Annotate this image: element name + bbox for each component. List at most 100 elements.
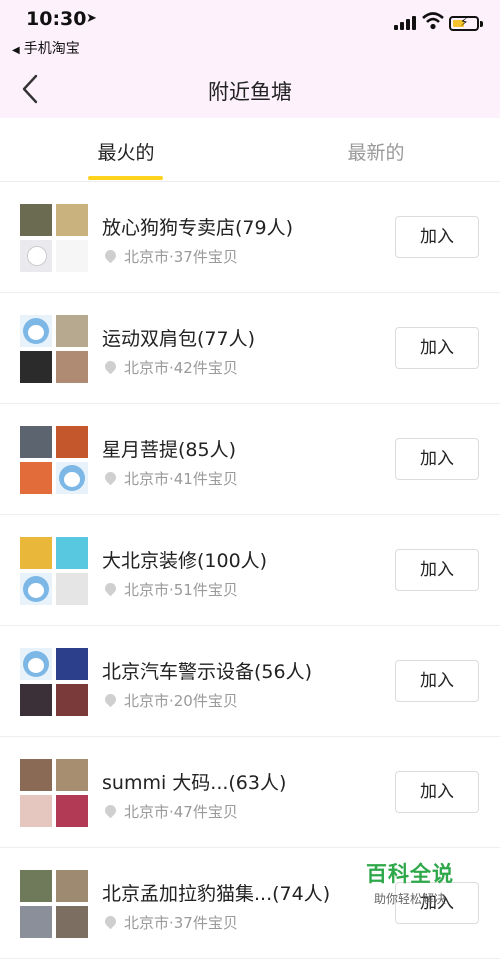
pond-meta: 北京市·51件宝贝 — [102, 579, 238, 600]
pond-thumbnail — [56, 573, 88, 605]
status-bar: 10:30 ➤ ◀ 手机淘宝 ⚡ — [0, 0, 500, 62]
pond-thumbnail-grid — [20, 537, 88, 605]
pond-name: 北京孟加拉豹猫集...(74人) — [102, 883, 331, 905]
location-pin-icon — [102, 247, 119, 264]
pond-row[interactable]: summi 大码...(63人) 北京市·47件宝贝 加入 — [0, 737, 500, 848]
pond-meta: 北京市·37件宝贝 — [102, 246, 238, 267]
back-app-label: 手机淘宝 — [23, 41, 80, 57]
pond-row[interactable]: 北京汽车警示设备(56人) 北京市·20件宝贝 加入 — [0, 626, 500, 737]
pond-thumbnail — [20, 462, 52, 494]
pond-thumbnail — [20, 426, 52, 458]
pond-meta: 北京市·47件宝贝 — [102, 801, 238, 822]
pond-thumbnail — [20, 648, 52, 680]
pond-meta-text: 北京市·37件宝贝 — [124, 248, 238, 266]
pond-thumbnail — [56, 795, 88, 827]
wifi-icon — [422, 12, 444, 30]
pond-thumbnail-grid — [20, 315, 88, 383]
pond-meta-text: 北京市·42件宝贝 — [124, 359, 238, 377]
pond-thumbnail — [20, 906, 52, 938]
pond-thumbnail — [56, 870, 88, 902]
battery-icon: ⚡ — [449, 15, 479, 31]
back-to-app-link[interactable]: ◀ 手机淘宝 — [12, 38, 80, 58]
pond-meta-text: 北京市·20件宝贝 — [124, 692, 238, 710]
pond-thumbnail — [56, 537, 88, 569]
watermark-logo: 百科全说 助你轻松解决 — [356, 858, 464, 908]
penguin-avatar-icon — [23, 651, 49, 677]
charging-bolt-icon: ⚡ — [460, 15, 469, 29]
pond-row[interactable]: 运动双肩包(77人) 北京市·42件宝贝 加入 — [0, 293, 500, 404]
join-button[interactable]: 加入 — [395, 660, 479, 702]
pond-thumbnail-grid — [20, 204, 88, 272]
pond-meta-text: 北京市·37件宝贝 — [124, 914, 238, 932]
pond-row[interactable]: 放心狗狗专卖店(79人) 北京市·37件宝贝 加入 — [0, 182, 500, 293]
location-pin-icon — [102, 469, 119, 486]
pond-thumbnail — [20, 759, 52, 791]
join-button[interactable]: 加入 — [395, 771, 479, 813]
watermark-title: 百科全说 — [366, 862, 454, 886]
pond-name: 运动双肩包(77人) — [102, 328, 256, 350]
watermark-subtitle: 助你轻松解决 — [373, 892, 446, 906]
pond-name: summi 大码...(63人) — [102, 772, 287, 794]
pond-thumbnail — [20, 870, 52, 902]
pond-name: 星月菩提(85人) — [102, 439, 237, 461]
pond-thumbnail-grid — [20, 870, 88, 938]
pond-thumbnail — [20, 573, 52, 605]
pond-meta: 北京市·41件宝贝 — [102, 468, 238, 489]
penguin-avatar-icon — [23, 576, 49, 602]
pond-meta-text: 北京市·47件宝贝 — [124, 803, 238, 821]
tab-newest[interactable]: 最新的 — [296, 138, 456, 165]
pond-meta-text: 北京市·51件宝贝 — [124, 581, 238, 599]
pond-meta: 北京市·20件宝贝 — [102, 690, 238, 711]
pond-thumbnail — [20, 315, 52, 347]
active-tab-indicator — [88, 176, 163, 180]
pond-meta: 北京市·37件宝贝 — [102, 912, 238, 933]
join-button[interactable]: 加入 — [395, 438, 479, 480]
cellular-signal-icon — [394, 14, 420, 30]
pond-thumbnail — [20, 795, 52, 827]
pond-thumbnail — [56, 426, 88, 458]
pond-thumbnail — [20, 204, 52, 236]
location-pin-icon — [102, 580, 119, 597]
join-button[interactable]: 加入 — [395, 549, 479, 591]
pond-thumbnail — [56, 684, 88, 716]
penguin-avatar-icon — [59, 465, 85, 491]
battery-tip — [480, 21, 483, 27]
pond-name: 大北京装修(100人) — [102, 550, 268, 572]
pond-row[interactable]: 大北京装修(100人) 北京市·51件宝贝 加入 — [0, 515, 500, 626]
location-arrow-icon: ➤ — [86, 11, 97, 26]
tab-hot[interactable]: 最火的 — [46, 138, 206, 165]
penguin-avatar-icon — [23, 318, 49, 344]
tab-bar: 最火的 最新的 — [0, 118, 500, 182]
location-pin-icon — [102, 358, 119, 375]
pond-thumbnail-grid — [20, 648, 88, 716]
pond-thumbnail — [56, 315, 88, 347]
pond-thumbnail — [20, 240, 52, 272]
ghost-avatar-icon — [27, 246, 47, 266]
pond-thumbnail — [56, 204, 88, 236]
pond-thumbnail — [56, 351, 88, 383]
pond-meta-text: 北京市·41件宝贝 — [124, 470, 238, 488]
pond-thumbnail — [56, 906, 88, 938]
location-pin-icon — [102, 913, 119, 930]
join-button[interactable]: 加入 — [395, 216, 479, 258]
back-triangle-icon: ◀ — [12, 45, 20, 56]
pond-thumbnail-grid — [20, 426, 88, 494]
pond-thumbnail — [20, 684, 52, 716]
pond-thumbnail — [20, 351, 52, 383]
page-title: 附近鱼塘 — [208, 80, 292, 104]
pond-name: 北京汽车警示设备(56人) — [102, 661, 313, 683]
status-time: 10:30 — [26, 8, 87, 30]
pond-row[interactable]: 星月菩提(85人) 北京市·41件宝贝 加入 — [0, 404, 500, 515]
pond-thumbnail — [56, 759, 88, 791]
location-pin-icon — [102, 802, 119, 819]
pond-thumbnail — [56, 648, 88, 680]
pond-list: 放心狗狗专卖店(79人) 北京市·37件宝贝 加入 运动双肩包(77人) 北京市·42件… — [0, 182, 500, 959]
nav-bar: 附近鱼塘 — [0, 62, 500, 118]
pond-name: 放心狗狗专卖店(79人) — [102, 217, 294, 239]
pond-thumbnail — [56, 462, 88, 494]
pond-thumbnail — [20, 537, 52, 569]
location-pin-icon — [102, 691, 119, 708]
join-button[interactable]: 加入 — [395, 327, 479, 369]
pond-thumbnail-grid — [20, 759, 88, 827]
pond-meta: 北京市·42件宝贝 — [102, 357, 238, 378]
